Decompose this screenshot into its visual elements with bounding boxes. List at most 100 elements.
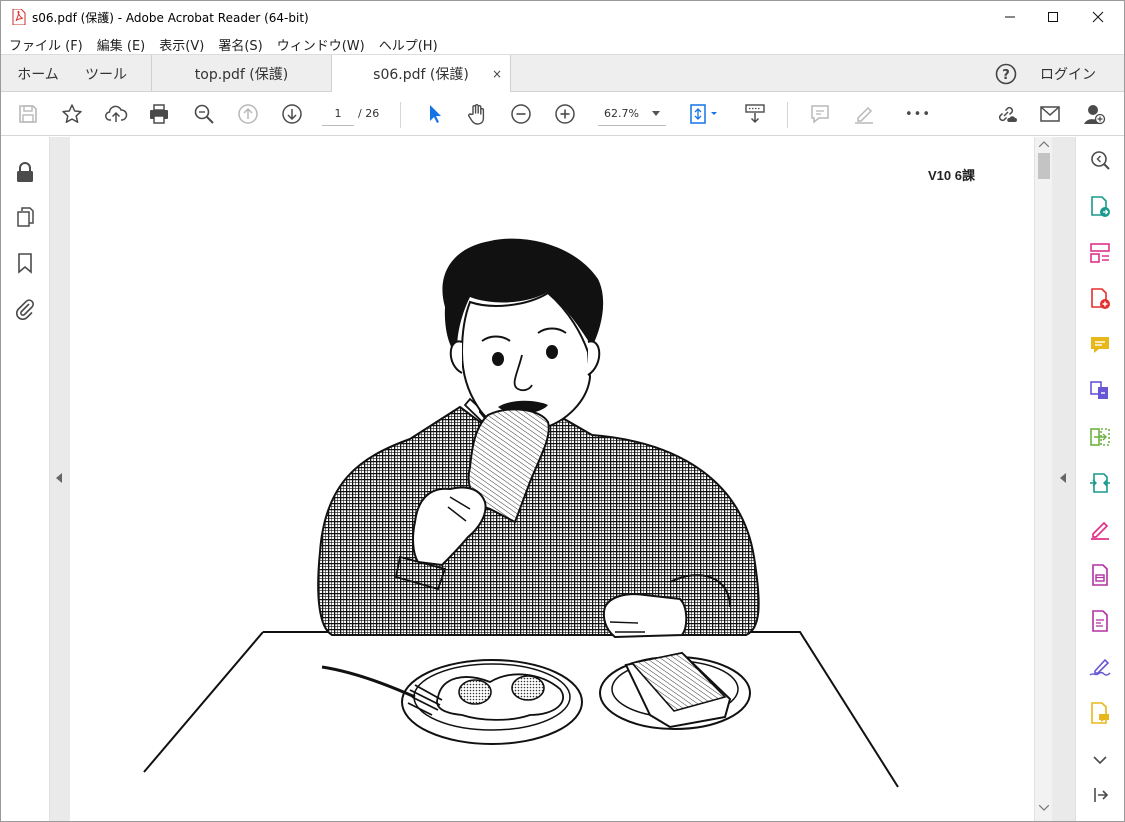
menu-sign[interactable]: 署名(S) (213, 35, 267, 54)
combine-files-tool[interactable] (1087, 378, 1113, 404)
zoom-out-button[interactable] (507, 100, 535, 128)
cursor-arrow-icon (430, 105, 441, 123)
toolbar: / 26 62.7% ••• (0, 92, 1125, 136)
fill-sign-tool[interactable] (1087, 516, 1113, 542)
previous-page-button[interactable] (234, 100, 262, 128)
scroll-mode-button[interactable] (741, 100, 769, 128)
protect-tool[interactable] (1087, 562, 1113, 588)
minimize-button[interactable] (987, 0, 1033, 34)
comment-tool[interactable] (1087, 332, 1113, 358)
page-number-input[interactable] (322, 102, 354, 126)
cloud-upload-icon (105, 105, 128, 122)
zoom-select[interactable]: 62.7% (598, 102, 666, 126)
search-tools-button[interactable] (1087, 147, 1113, 173)
search-collapse-icon (1091, 151, 1110, 170)
left-navigation-pane (0, 137, 50, 822)
close-icon (1092, 11, 1104, 23)
menu-help[interactable]: ヘルプ(H) (374, 35, 443, 54)
page-thumbnails-button[interactable] (13, 204, 37, 230)
vertical-scrollbar[interactable] (1034, 137, 1052, 822)
login-button[interactable]: ログイン (1040, 55, 1096, 93)
menu-file[interactable]: ファイル (F) (4, 35, 88, 54)
print-icon (150, 104, 168, 124)
next-page-button[interactable] (278, 100, 306, 128)
bookmark-star-button[interactable] (58, 100, 86, 128)
compare-files-tool[interactable] (1087, 424, 1113, 450)
select-tool-button[interactable] (420, 100, 448, 128)
highlight-button[interactable] (850, 100, 878, 128)
more-tools-expand-button[interactable] (1087, 747, 1113, 773)
lock-icon (17, 162, 33, 182)
tab-label: top.pdf (保護) (194, 67, 289, 83)
create-pdf-tool[interactable] (1087, 286, 1113, 312)
scroll-page-icon (745, 104, 765, 124)
comment-bubble-icon (1091, 337, 1109, 353)
hand-tool-button[interactable] (463, 100, 491, 128)
tab-home[interactable]: ホーム (8, 55, 68, 93)
email-button[interactable] (1036, 100, 1064, 128)
document-page: V10 6課 (70, 137, 1034, 822)
compress-pdf-icon (1090, 473, 1110, 493)
menu-view[interactable]: 表示(V) (154, 35, 209, 54)
chevron-left-icon (1060, 473, 1066, 483)
comment-button[interactable] (806, 100, 834, 128)
help-button[interactable]: ? (994, 62, 1018, 86)
save-button[interactable] (14, 100, 42, 128)
scroll-down-icon[interactable] (1039, 805, 1049, 811)
bookmarks-button[interactable] (13, 250, 37, 276)
help-icon: ? (995, 63, 1017, 85)
scroll-up-icon[interactable] (1039, 141, 1049, 147)
plus-circle-icon (555, 104, 575, 124)
menu-bar: ファイル (F) 編集 (E) 表示(V) 署名(S) ウィンドウ(W) ヘルプ… (0, 34, 1125, 54)
export-pdf-icon (1091, 196, 1110, 217)
menu-edit[interactable]: 編集 (E) (92, 35, 151, 54)
more-tools-button[interactable]: ••• (903, 100, 933, 128)
attachments-button[interactable] (13, 296, 37, 322)
zoom-in-button[interactable] (551, 100, 579, 128)
minimize-icon (1005, 16, 1015, 18)
tab-tools[interactable]: ツール (76, 55, 136, 93)
find-button[interactable] (190, 100, 218, 128)
save-icon (19, 105, 37, 123)
prepare-form-tool[interactable] (1087, 608, 1113, 634)
bookmark-icon (18, 253, 32, 274)
menu-window[interactable]: ウィンドウ(W) (272, 35, 370, 54)
create-pdf-icon (1091, 288, 1110, 309)
scrollbar-thumb[interactable] (1038, 153, 1050, 179)
compress-pdf-tool[interactable] (1087, 470, 1113, 496)
acrobat-app-icon (12, 9, 26, 25)
arrow-down-circle-icon (282, 104, 302, 124)
print-button[interactable] (145, 100, 173, 128)
right-pane-toggle[interactable] (1052, 137, 1075, 822)
share-link-button[interactable] (992, 100, 1020, 128)
export-pdf-tool[interactable] (1087, 194, 1113, 220)
window-title: s06.pdf (保護) - Adobe Acrobat Reader (64-… (32, 10, 309, 25)
add-user-button[interactable] (1080, 100, 1108, 128)
maximize-icon (1048, 12, 1058, 22)
hand-icon (468, 104, 485, 125)
tab-s06-pdf[interactable]: s06.pdf (保護) × (331, 55, 511, 93)
page-total-label: / 26 (358, 107, 380, 120)
minus-circle-icon (511, 104, 531, 124)
fill-sign-pen-icon (1091, 521, 1109, 540)
paperclip-icon (16, 299, 34, 320)
tab-top-pdf[interactable]: top.pdf (保護) (151, 55, 331, 93)
envelope-icon (1040, 106, 1060, 122)
request-signature-tool[interactable] (1087, 654, 1113, 680)
fit-page-button[interactable] (686, 100, 722, 128)
close-window-button[interactable] (1075, 0, 1121, 34)
left-pane-toggle[interactable] (50, 137, 70, 822)
comment-icon (811, 105, 829, 124)
organize-pages-icon (1090, 243, 1110, 263)
upload-button[interactable] (102, 100, 130, 128)
send-comment-tool[interactable] (1087, 700, 1113, 726)
security-button[interactable] (13, 159, 37, 185)
organize-pages-tool[interactable] (1087, 240, 1113, 266)
collapse-tools-pane-button[interactable] (1087, 782, 1113, 808)
pages-icon (17, 207, 34, 227)
zoom-search-icon (194, 104, 214, 124)
maximize-button[interactable] (1030, 0, 1076, 34)
fit-page-icon (690, 104, 717, 124)
close-tab-icon[interactable]: × (492, 67, 502, 81)
chevron-left-icon (56, 473, 62, 483)
